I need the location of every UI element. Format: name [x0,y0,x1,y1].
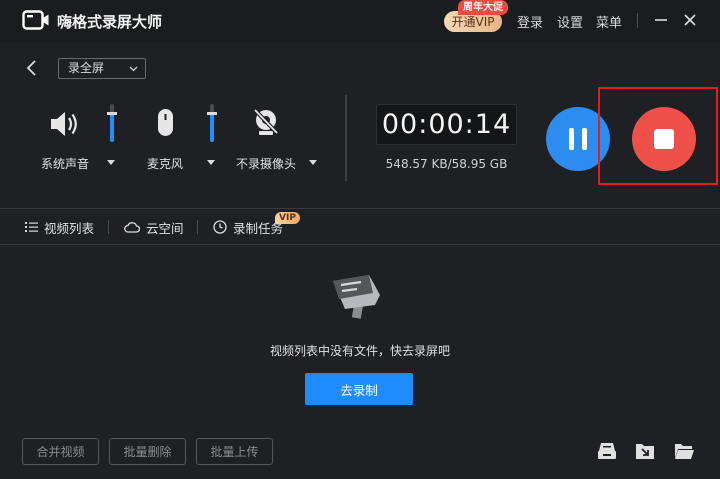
pause-icon [569,128,574,150]
microphone-slider[interactable] [207,104,217,142]
tab-separator [108,220,109,234]
record-mode-select[interactable]: 录全屏 [58,58,146,79]
microphone-icon[interactable] [148,106,184,142]
title-bar: 嗨格式录屏大师 开通VIP 周年大促 登录 设置 菜单 [0,0,720,42]
record-mode-value: 录全屏 [68,61,105,75]
login-link[interactable]: 登录 [517,12,543,31]
merge-videos-button[interactable]: 合并视频 [22,438,99,465]
stop-button-highlight [598,87,718,185]
microphone-dropdown-icon[interactable] [206,159,216,166]
tab-video-list-label: 视频列表 [44,220,95,236]
batch-upload-button[interactable]: 批量上传 [196,438,273,465]
speaker-icon[interactable] [47,106,83,142]
go-record-button[interactable]: 去录制 [305,373,413,405]
system-sound-level [110,113,114,142]
close-button[interactable] [680,9,700,31]
tab-cloud-space[interactable]: 云空间 [124,218,184,236]
clock-icon [213,220,227,234]
batch-delete-button[interactable]: 批量删除 [109,438,186,465]
export-icon[interactable] [634,440,656,462]
empty-state-message: 视频列表中没有文件，快去录屏吧 [269,344,450,358]
system-sound-slider[interactable] [107,104,117,142]
list-icon [25,222,38,232]
import-icon[interactable] [596,440,618,462]
tab-separator [197,220,198,234]
back-arrow-icon[interactable] [24,58,40,78]
close-icon [684,14,696,26]
microphone-knob[interactable] [207,112,217,115]
chevron-down-icon [129,66,138,72]
file-size-readout: 548.57 KB/58.95 GB [385,157,508,171]
tab-record-tasks[interactable]: 录制任务 [213,218,283,236]
system-sound-dropdown-icon[interactable] [106,159,116,166]
menu-link[interactable]: 菜单 [596,12,622,31]
system-sound-label: 系统声音 [41,157,90,171]
camera-off-icon[interactable] [248,106,284,142]
section-divider-bottom [0,244,720,245]
camera-dropdown-icon[interactable] [308,159,318,166]
empty-folder-illustration-icon [333,275,380,319]
camera-logo-icon [22,10,49,30]
recording-timer: 00:00:14 [376,104,517,145]
tab-video-list[interactable]: 视频列表 [25,218,94,236]
settings-link[interactable]: 设置 [557,12,583,31]
controls-divider [345,95,347,181]
camera-label: 不录摄像头 [236,157,297,171]
vip-badge: VIP [275,212,300,224]
tab-cloud-space-label: 云空间 [146,220,184,236]
cloud-icon [124,222,140,233]
system-sound-knob[interactable] [107,112,117,115]
title-divider [637,13,638,28]
microphone-level [210,113,214,142]
minimize-icon [655,19,667,21]
folder-icon[interactable] [673,440,695,462]
section-divider-top [0,208,720,209]
microphone-label: 麦克风 [147,157,184,171]
app-title: 嗨格式录屏大师 [57,13,163,31]
minimize-button[interactable] [651,9,671,31]
promo-badge: 周年大促 [458,0,508,15]
